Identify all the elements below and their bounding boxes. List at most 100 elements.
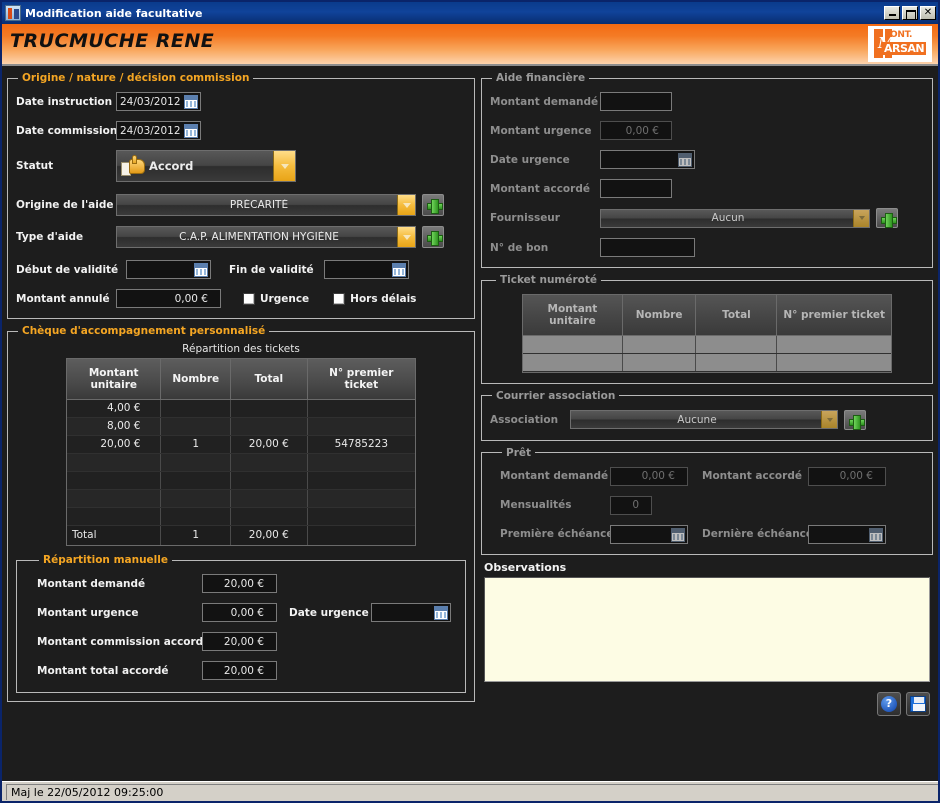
af-num-bon-input[interactable] xyxy=(600,238,695,257)
cell-ticket xyxy=(307,453,415,471)
pret-mensualites-input[interactable]: 0 xyxy=(610,496,652,515)
date-commission-label: Date commission xyxy=(16,125,116,137)
table-row[interactable] xyxy=(67,471,415,489)
af-date-urgence-input[interactable] xyxy=(600,150,695,169)
table-row[interactable] xyxy=(67,489,415,507)
header-banner: TRUCMUCHE RENE M ONT. ARSAN xyxy=(2,24,938,64)
cell-ticket xyxy=(307,489,415,507)
af-montant-accorde-input[interactable] xyxy=(600,179,672,198)
add-association-button[interactable] xyxy=(844,410,866,430)
pret-montant-accorde-input[interactable]: 0,00 € xyxy=(808,467,886,486)
rm-montant-demande-input[interactable]: 20,00 € xyxy=(202,574,277,593)
rm-montant-total-input[interactable]: 20,00 € xyxy=(202,661,277,680)
calendar-icon[interactable] xyxy=(392,263,406,277)
help-button[interactable]: ? xyxy=(877,692,901,716)
table-row[interactable] xyxy=(67,453,415,471)
row-montant-annule: Montant annulé 0,00 € Urgence Hors délai… xyxy=(16,289,466,308)
urgence-checkbox-group[interactable]: Urgence xyxy=(243,293,309,305)
origine-aide-dropdown[interactable]: PRÉCARITÉ xyxy=(116,194,416,216)
af-fournisseur-label: Fournisseur xyxy=(490,212,600,224)
chevron-down-icon[interactable] xyxy=(853,210,869,227)
section-origine-legend: Origine / nature / décision commission xyxy=(18,72,253,84)
pret-montant-demande-input[interactable]: 0,00 € xyxy=(610,467,688,486)
date-instruction-input[interactable]: 24/03/2012 xyxy=(116,92,201,111)
tickets-table: Montant unitaire Nombre Total N° premier… xyxy=(67,359,415,545)
row-validite: Début de validité Fin de validité xyxy=(16,260,466,279)
observations-label: Observations xyxy=(484,561,930,574)
hors-delais-checkbox-group[interactable]: Hors délais xyxy=(333,293,416,305)
date-commission-input[interactable]: 24/03/2012 xyxy=(116,121,201,140)
table-row[interactable]: 4,00 € xyxy=(67,399,415,417)
maximize-button[interactable] xyxy=(902,6,918,20)
calendar-icon[interactable] xyxy=(184,124,198,138)
logo-text-mont: ONT. xyxy=(890,30,912,40)
row-date-instruction: Date instruction 24/03/2012 xyxy=(16,92,466,111)
fin-validite-input[interactable] xyxy=(324,260,409,279)
table-row[interactable] xyxy=(67,507,415,525)
rm-montant-urgence-input[interactable]: 0,00 € xyxy=(202,603,277,622)
main-content: Origine / nature / décision commission D… xyxy=(2,64,938,781)
calendar-icon[interactable] xyxy=(434,606,448,620)
col-montant-unitaire: Montant unitaire xyxy=(523,295,622,335)
add-type-aide-button[interactable] xyxy=(422,226,444,248)
save-button[interactable] xyxy=(906,692,930,716)
association-dropdown[interactable]: Aucune xyxy=(570,410,838,429)
calendar-icon[interactable] xyxy=(869,528,883,542)
status-bar: Maj le 22/05/2012 09:25:00 xyxy=(2,781,938,801)
row-af-fournisseur: Fournisseur Aucun xyxy=(490,208,924,228)
rm-montant-commission-input[interactable]: 20,00 € xyxy=(202,632,277,651)
af-montant-demande-input[interactable] xyxy=(600,92,672,111)
af-date-urgence-label: Date urgence xyxy=(490,154,600,166)
table-row[interactable]: 20,00 €120,00 €54785223 xyxy=(67,435,415,453)
calendar-icon[interactable] xyxy=(194,263,208,277)
cell-nombre xyxy=(161,507,231,525)
minimize-button[interactable] xyxy=(884,6,900,20)
statut-dropdown[interactable]: Accord xyxy=(116,150,296,182)
pret-derniere-echeance-input[interactable] xyxy=(808,525,886,544)
calendar-icon[interactable] xyxy=(671,528,685,542)
pret-premiere-echeance-label: Première échéance xyxy=(500,528,610,540)
cell-total: 20,00 € xyxy=(231,435,308,453)
chevron-down-icon[interactable] xyxy=(397,227,415,247)
chevron-down-icon[interactable] xyxy=(821,411,837,428)
urgence-checkbox[interactable] xyxy=(243,293,255,305)
section-ticket-numerote-legend: Ticket numéroté xyxy=(496,274,601,286)
hors-delais-checkbox[interactable] xyxy=(333,293,345,305)
montant-annule-input[interactable]: 0,00 € xyxy=(116,289,221,308)
close-button[interactable]: ✕ xyxy=(920,6,936,20)
total-nombre: 1 xyxy=(161,525,231,545)
cell-montant xyxy=(67,489,161,507)
ticket-numerote-table: Montant unitaire Nombre Total N° premier… xyxy=(523,295,891,372)
rm-date-urgence-label: Date urgence xyxy=(289,607,371,619)
pret-premiere-echeance-input[interactable] xyxy=(610,525,688,544)
calendar-icon[interactable] xyxy=(678,153,692,167)
montant-annule-label: Montant annulé xyxy=(16,293,116,305)
section-pret: Prêt Montant demandé 0,00 € Montant acco… xyxy=(481,447,933,555)
type-aide-dropdown[interactable]: C.A.P. ALIMENTATION HYGIÈNE xyxy=(116,226,416,248)
af-fournisseur-dropdown[interactable]: Aucun xyxy=(600,209,870,228)
pret-montant-accorde-value: 0,00 € xyxy=(840,470,873,482)
calendar-icon[interactable] xyxy=(184,95,198,109)
title-bar: Modification aide facultative ✕ xyxy=(2,2,938,24)
pret-montant-accorde-label: Montant accordé xyxy=(702,470,808,482)
row-rm-montant-total: Montant total accordé 20,00 € xyxy=(37,661,455,680)
table-row xyxy=(523,335,891,353)
table-row[interactable]: 8,00 € xyxy=(67,417,415,435)
city-logo: M ONT. ARSAN xyxy=(868,26,932,62)
observations-textarea[interactable] xyxy=(484,577,930,682)
rm-date-urgence-input[interactable] xyxy=(371,603,451,622)
col-num-premier-ticket: N° premier ticket xyxy=(307,359,415,399)
association-label: Association xyxy=(490,414,570,426)
section-observations: Observations ? xyxy=(481,561,933,716)
debut-validite-input[interactable] xyxy=(126,260,211,279)
section-repartition-legend: Répartition manuelle xyxy=(39,554,172,566)
af-montant-urgence-input[interactable]: 0,00 € xyxy=(600,121,672,140)
row-af-montant-urgence: Montant urgence 0,00 € xyxy=(490,121,924,140)
chevron-down-icon[interactable] xyxy=(397,195,415,215)
cell-ticket xyxy=(307,471,415,489)
cell-nombre xyxy=(161,453,231,471)
add-fournisseur-button[interactable] xyxy=(876,208,898,228)
add-origine-aide-button[interactable] xyxy=(422,194,444,216)
af-montant-urgence-value: 0,00 € xyxy=(626,125,659,137)
chevron-down-icon[interactable] xyxy=(273,151,295,181)
